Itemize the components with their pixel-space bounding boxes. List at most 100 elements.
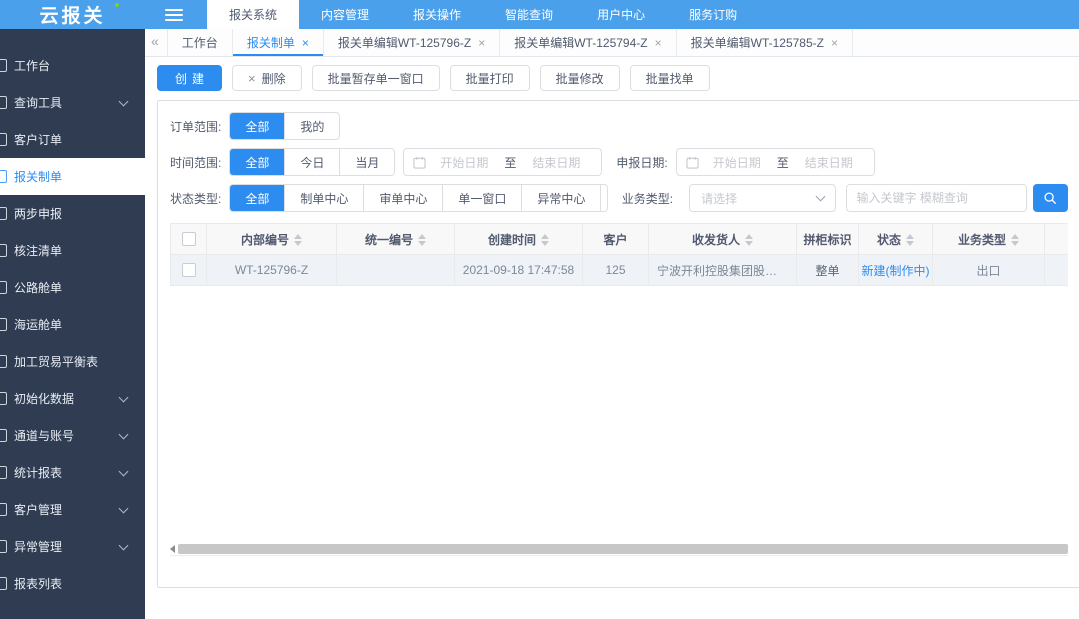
- cell-业务类型: 出口: [933, 255, 1045, 286]
- horizontal-scrollbar-thumb[interactable]: [178, 544, 1068, 554]
- sort-desc-icon[interactable]: [294, 241, 302, 246]
- menu-item-icon: [0, 318, 7, 331]
- time-range-option-今日[interactable]: 今日: [284, 149, 339, 175]
- status-type-option-制单中心[interactable]: 制单中心: [284, 185, 363, 211]
- tab-工作台[interactable]: 工作台: [167, 29, 232, 56]
- column-header-业务类型[interactable]: 业务类型: [933, 224, 1045, 255]
- sidebar-item-label: 统计报表: [14, 464, 62, 481]
- sidebar-item-加工贸易平衡表[interactable]: 加工贸易平衡表: [0, 343, 145, 380]
- table-row[interactable]: WT-125796-Z2021-09-18 17:47:58125宁波开利控股集…: [171, 255, 1069, 286]
- sort-asc-icon[interactable]: [418, 234, 426, 239]
- sidebar-item-统计报表[interactable]: 统计报表: [0, 454, 145, 491]
- cell-拼柜标识: 整单: [797, 255, 859, 286]
- sort-asc-icon[interactable]: [906, 234, 914, 239]
- tab-报关单编辑WT-125796-Z[interactable]: 报关单编辑WT-125796-Z×: [323, 29, 499, 56]
- tab-close-icon[interactable]: ×: [302, 36, 309, 50]
- create-date-range-picker[interactable]: 开始日期 至 结束日期: [403, 148, 602, 176]
- batch-find-button[interactable]: 批量找单: [630, 65, 710, 91]
- batch-edit-button[interactable]: 批量修改: [540, 65, 620, 91]
- sidebar-item-两步申报[interactable]: 两步申报: [0, 195, 145, 232]
- sort-desc-icon[interactable]: [541, 241, 549, 246]
- tab-close-icon[interactable]: ×: [655, 36, 662, 50]
- scroll-left-arrow-icon[interactable]: [170, 545, 175, 553]
- keyword-search-input[interactable]: [846, 184, 1027, 212]
- collapse-tabs-icon[interactable]: «: [145, 29, 167, 56]
- sidebar-item-报表列表[interactable]: 报表列表: [0, 565, 145, 602]
- sidebar-item-label: 异常管理: [14, 538, 62, 555]
- status-link[interactable]: 新建(制作中): [862, 264, 930, 278]
- time-range-option-当月[interactable]: 当月: [339, 149, 394, 175]
- sidebar-item-公路舱单[interactable]: 公路舱单: [0, 269, 145, 306]
- batch-save-window-button[interactable]: 批量暂存单一窗口: [312, 65, 440, 91]
- declare-date-range-picker[interactable]: 开始日期 至 结束日期: [676, 148, 875, 176]
- time-range-option-全部[interactable]: 全部: [230, 149, 284, 175]
- column-header-创建时间[interactable]: 创建时间: [455, 224, 583, 255]
- nav-item-报关操作[interactable]: 报关操作: [391, 0, 483, 29]
- nav-item-服务订购[interactable]: 服务订购: [667, 0, 759, 29]
- tab-bar: « 工作台报关制单×报关单编辑WT-125796-Z×报关单编辑WT-12579…: [145, 29, 1079, 57]
- delete-button[interactable]: × 删除: [232, 65, 302, 91]
- business-type-select[interactable]: 请选择: [689, 184, 835, 212]
- batch-print-button[interactable]: 批量打印: [450, 65, 530, 91]
- column-header-label: 拼柜标识: [803, 233, 851, 247]
- status-type-option-全部[interactable]: 全部: [230, 185, 284, 211]
- calendar-icon: [686, 156, 699, 169]
- column-header-客户[interactable]: 客户: [583, 224, 649, 255]
- create-button[interactable]: 创建: [157, 65, 222, 91]
- nav-item-智能查询[interactable]: 智能查询: [483, 0, 575, 29]
- tab-close-icon[interactable]: ×: [831, 36, 838, 50]
- menu-item-icon: [0, 133, 7, 146]
- column-header-收发货人[interactable]: 收发货人: [649, 224, 797, 255]
- sidebar-item-海运舱单[interactable]: 海运舱单: [0, 306, 145, 343]
- sidebar-item-初始化数据[interactable]: 初始化数据: [0, 380, 145, 417]
- status-type-option-单一窗口[interactable]: 单一窗口: [442, 185, 521, 211]
- column-header-拼柜标识[interactable]: 拼柜标识: [797, 224, 859, 255]
- sort-asc-icon[interactable]: [745, 234, 753, 239]
- tab-报关制单[interactable]: 报关制单×: [232, 29, 323, 56]
- sort-desc-icon[interactable]: [745, 241, 753, 246]
- tab-报关单编辑WT-125785-Z[interactable]: 报关单编辑WT-125785-Z×: [676, 29, 853, 56]
- select-all-checkbox[interactable]: [182, 232, 196, 246]
- sidebar-item-客户管理[interactable]: 客户管理: [0, 491, 145, 528]
- sort-desc-icon[interactable]: [906, 241, 914, 246]
- column-header-状态[interactable]: 状态: [859, 224, 933, 255]
- sort-asc-icon[interactable]: [541, 234, 549, 239]
- sidebar-item-查询工具[interactable]: 查询工具: [0, 84, 145, 121]
- column-header-内部编号[interactable]: 内部编号: [207, 224, 337, 255]
- status-type-option-审单中心[interactable]: 审单中心: [363, 185, 442, 211]
- chevron-down-icon: [119, 504, 129, 514]
- sidebar-item-通道与账号[interactable]: 通道与账号: [0, 417, 145, 454]
- status-type-label: 状态类型:: [170, 190, 221, 207]
- business-type-label: 业务类型:: [622, 190, 673, 207]
- sort-desc-icon[interactable]: [1011, 241, 1019, 246]
- sidebar-item-label: 公路舱单: [14, 279, 62, 296]
- menu-item-icon: [0, 392, 7, 405]
- sidebar-item-label: 报表列表: [14, 575, 62, 592]
- row-checkbox[interactable]: [182, 263, 196, 277]
- nav-item-报关系统[interactable]: 报关系统: [207, 0, 299, 29]
- order-scope-option-我的[interactable]: 我的: [284, 113, 339, 139]
- toolbar: 创建 × 删除 批量暂存单一窗口 批量打印 批量修改 批量找单: [145, 57, 1079, 99]
- nav-item-用户中心[interactable]: 用户中心: [575, 0, 667, 29]
- sort-desc-icon[interactable]: [418, 241, 426, 246]
- sort-asc-icon[interactable]: [1011, 234, 1019, 239]
- sidebar-item-异常管理[interactable]: 异常管理: [0, 528, 145, 565]
- tab-close-icon[interactable]: ×: [478, 36, 485, 50]
- column-header-监管方式[interactable]: 监管方式: [1045, 224, 1069, 255]
- column-header-统一编号[interactable]: 统一编号: [337, 224, 455, 255]
- top-navbar: 云报关 报关系统内容管理报关操作智能查询用户中心服务订购: [0, 0, 1079, 29]
- sort-asc-icon[interactable]: [294, 234, 302, 239]
- sidebar-item-工作台[interactable]: 工作台: [0, 47, 145, 84]
- status-type-option-异常中心[interactable]: 异常中心: [521, 185, 600, 211]
- status-type-option-放行归档[interactable]: 放行归档: [600, 185, 607, 211]
- list-panel: 订单范围: 全部我的 时间范围: 全部今日当月 开始日期 至 结束日期 申报日期…: [157, 100, 1079, 588]
- nav-item-内容管理[interactable]: 内容管理: [299, 0, 391, 29]
- sidebar-item-客户订单[interactable]: 客户订单: [0, 121, 145, 158]
- tab-报关单编辑WT-125794-Z[interactable]: 报关单编辑WT-125794-Z×: [499, 29, 675, 56]
- sidebar-item-报关制单[interactable]: 报关制单: [0, 158, 145, 195]
- order-scope-option-全部[interactable]: 全部: [230, 113, 284, 139]
- sidebar-item-核注清单[interactable]: 核注清单: [0, 232, 145, 269]
- collapse-menu-icon[interactable]: [165, 0, 183, 29]
- search-button[interactable]: [1033, 184, 1068, 212]
- chevron-down-icon: [119, 97, 129, 107]
